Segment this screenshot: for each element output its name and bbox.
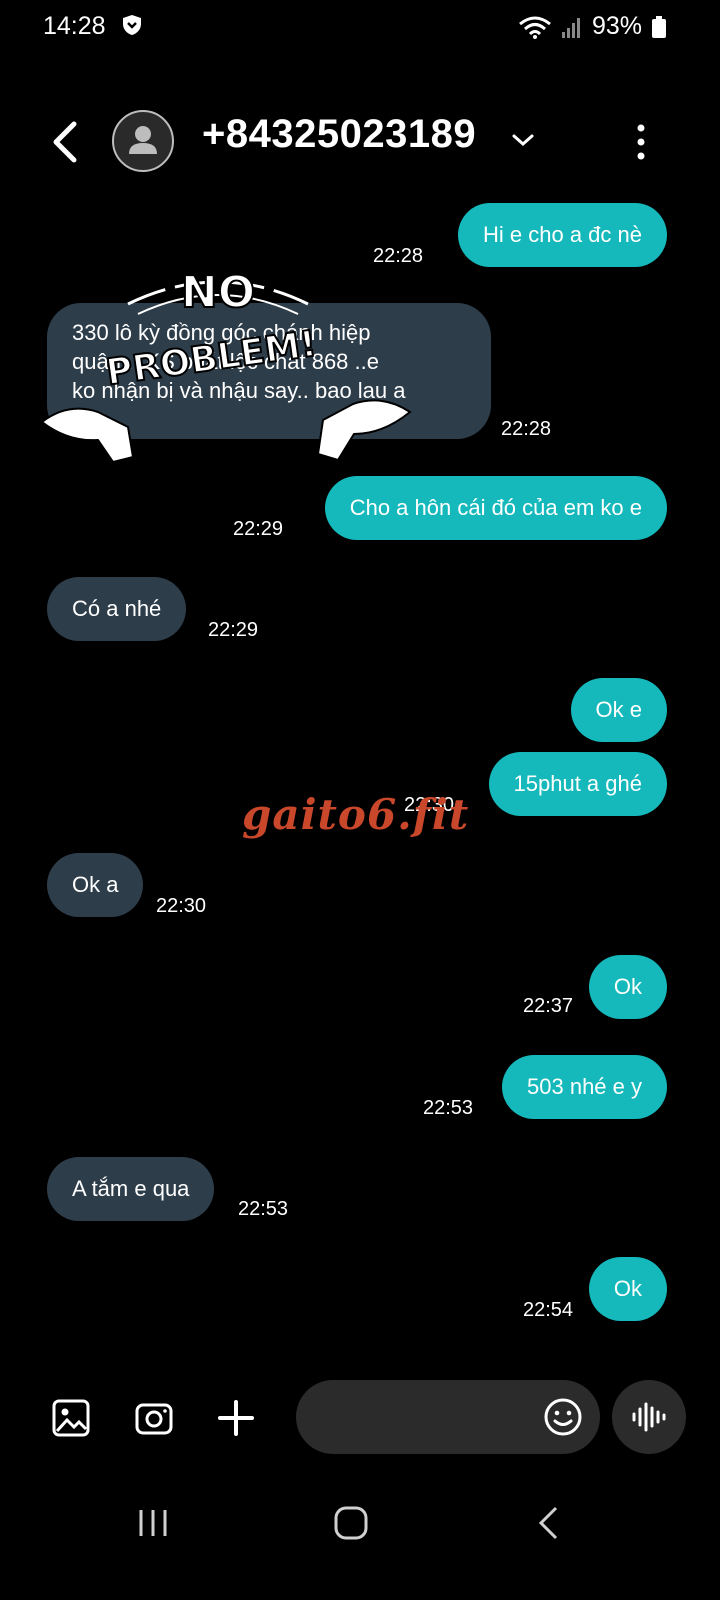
signal-icon bbox=[561, 17, 580, 38]
message-time: 22:53 bbox=[423, 1097, 474, 1119]
message-bubble-outgoing[interactable]: Ok bbox=[588, 955, 667, 1019]
camera-icon[interactable] bbox=[134, 1398, 174, 1438]
message-bubble-outgoing[interactable]: 15phut a ghé bbox=[488, 752, 667, 816]
message-time: 22:53 bbox=[238, 1198, 289, 1220]
emoji-icon[interactable] bbox=[543, 1397, 583, 1437]
home-icon[interactable] bbox=[333, 1505, 369, 1541]
avatar-icon bbox=[129, 126, 157, 154]
status-right: 93% bbox=[518, 12, 666, 41]
shield-icon bbox=[123, 15, 141, 35]
voice-icon bbox=[632, 1402, 666, 1432]
message-time: 22:29 bbox=[208, 619, 259, 641]
message-bubble-outgoing[interactable]: Ok bbox=[588, 1257, 667, 1321]
message-bubble-outgoing[interactable]: Hi e cho a đc nè bbox=[458, 203, 667, 267]
gallery-icon[interactable] bbox=[51, 1398, 91, 1438]
contact-title[interactable]: +84325023189 bbox=[202, 112, 476, 157]
wifi-icon bbox=[519, 16, 551, 39]
message-time: 22:29 bbox=[233, 518, 284, 540]
battery-percent: 93% bbox=[591, 12, 642, 40]
message-bubble-incoming[interactable]: Có a nhé bbox=[47, 577, 187, 641]
message-time: 22:37 bbox=[523, 995, 574, 1017]
avatar[interactable] bbox=[112, 110, 174, 172]
voice-button[interactable] bbox=[612, 1380, 686, 1454]
message-time: 22:28 bbox=[501, 418, 552, 440]
message-time: 22:30 bbox=[156, 895, 207, 917]
message-bubble-outgoing[interactable]: 503 nhé e y bbox=[502, 1055, 667, 1119]
chevron-down-icon[interactable] bbox=[510, 130, 536, 150]
nav-back-icon[interactable] bbox=[536, 1505, 562, 1541]
battery-icon bbox=[652, 15, 666, 38]
recents-icon[interactable] bbox=[136, 1506, 170, 1540]
watermark: gaito6.fit bbox=[242, 790, 470, 839]
sticker-text-top: NO bbox=[181, 267, 255, 318]
plus-icon[interactable] bbox=[216, 1398, 256, 1438]
status-time: 14:28 bbox=[43, 12, 106, 40]
sticker-text-bottom: PROBLEM! bbox=[104, 324, 320, 394]
message-bubble-incoming[interactable]: A tắm e qua bbox=[47, 1157, 215, 1221]
message-bubble-outgoing[interactable]: Cho a hôn cái đó của em ko e bbox=[324, 476, 667, 540]
message-time: 22:54 bbox=[523, 1299, 574, 1321]
no-problem-sticker: NO PROBLEM! bbox=[40, 266, 412, 464]
message-bubble-outgoing[interactable]: Ok e bbox=[570, 678, 667, 742]
more-vert-icon[interactable] bbox=[636, 124, 646, 160]
back-arrow-icon[interactable] bbox=[46, 118, 86, 166]
message-bubble-incoming[interactable]: Ok a bbox=[47, 853, 144, 917]
